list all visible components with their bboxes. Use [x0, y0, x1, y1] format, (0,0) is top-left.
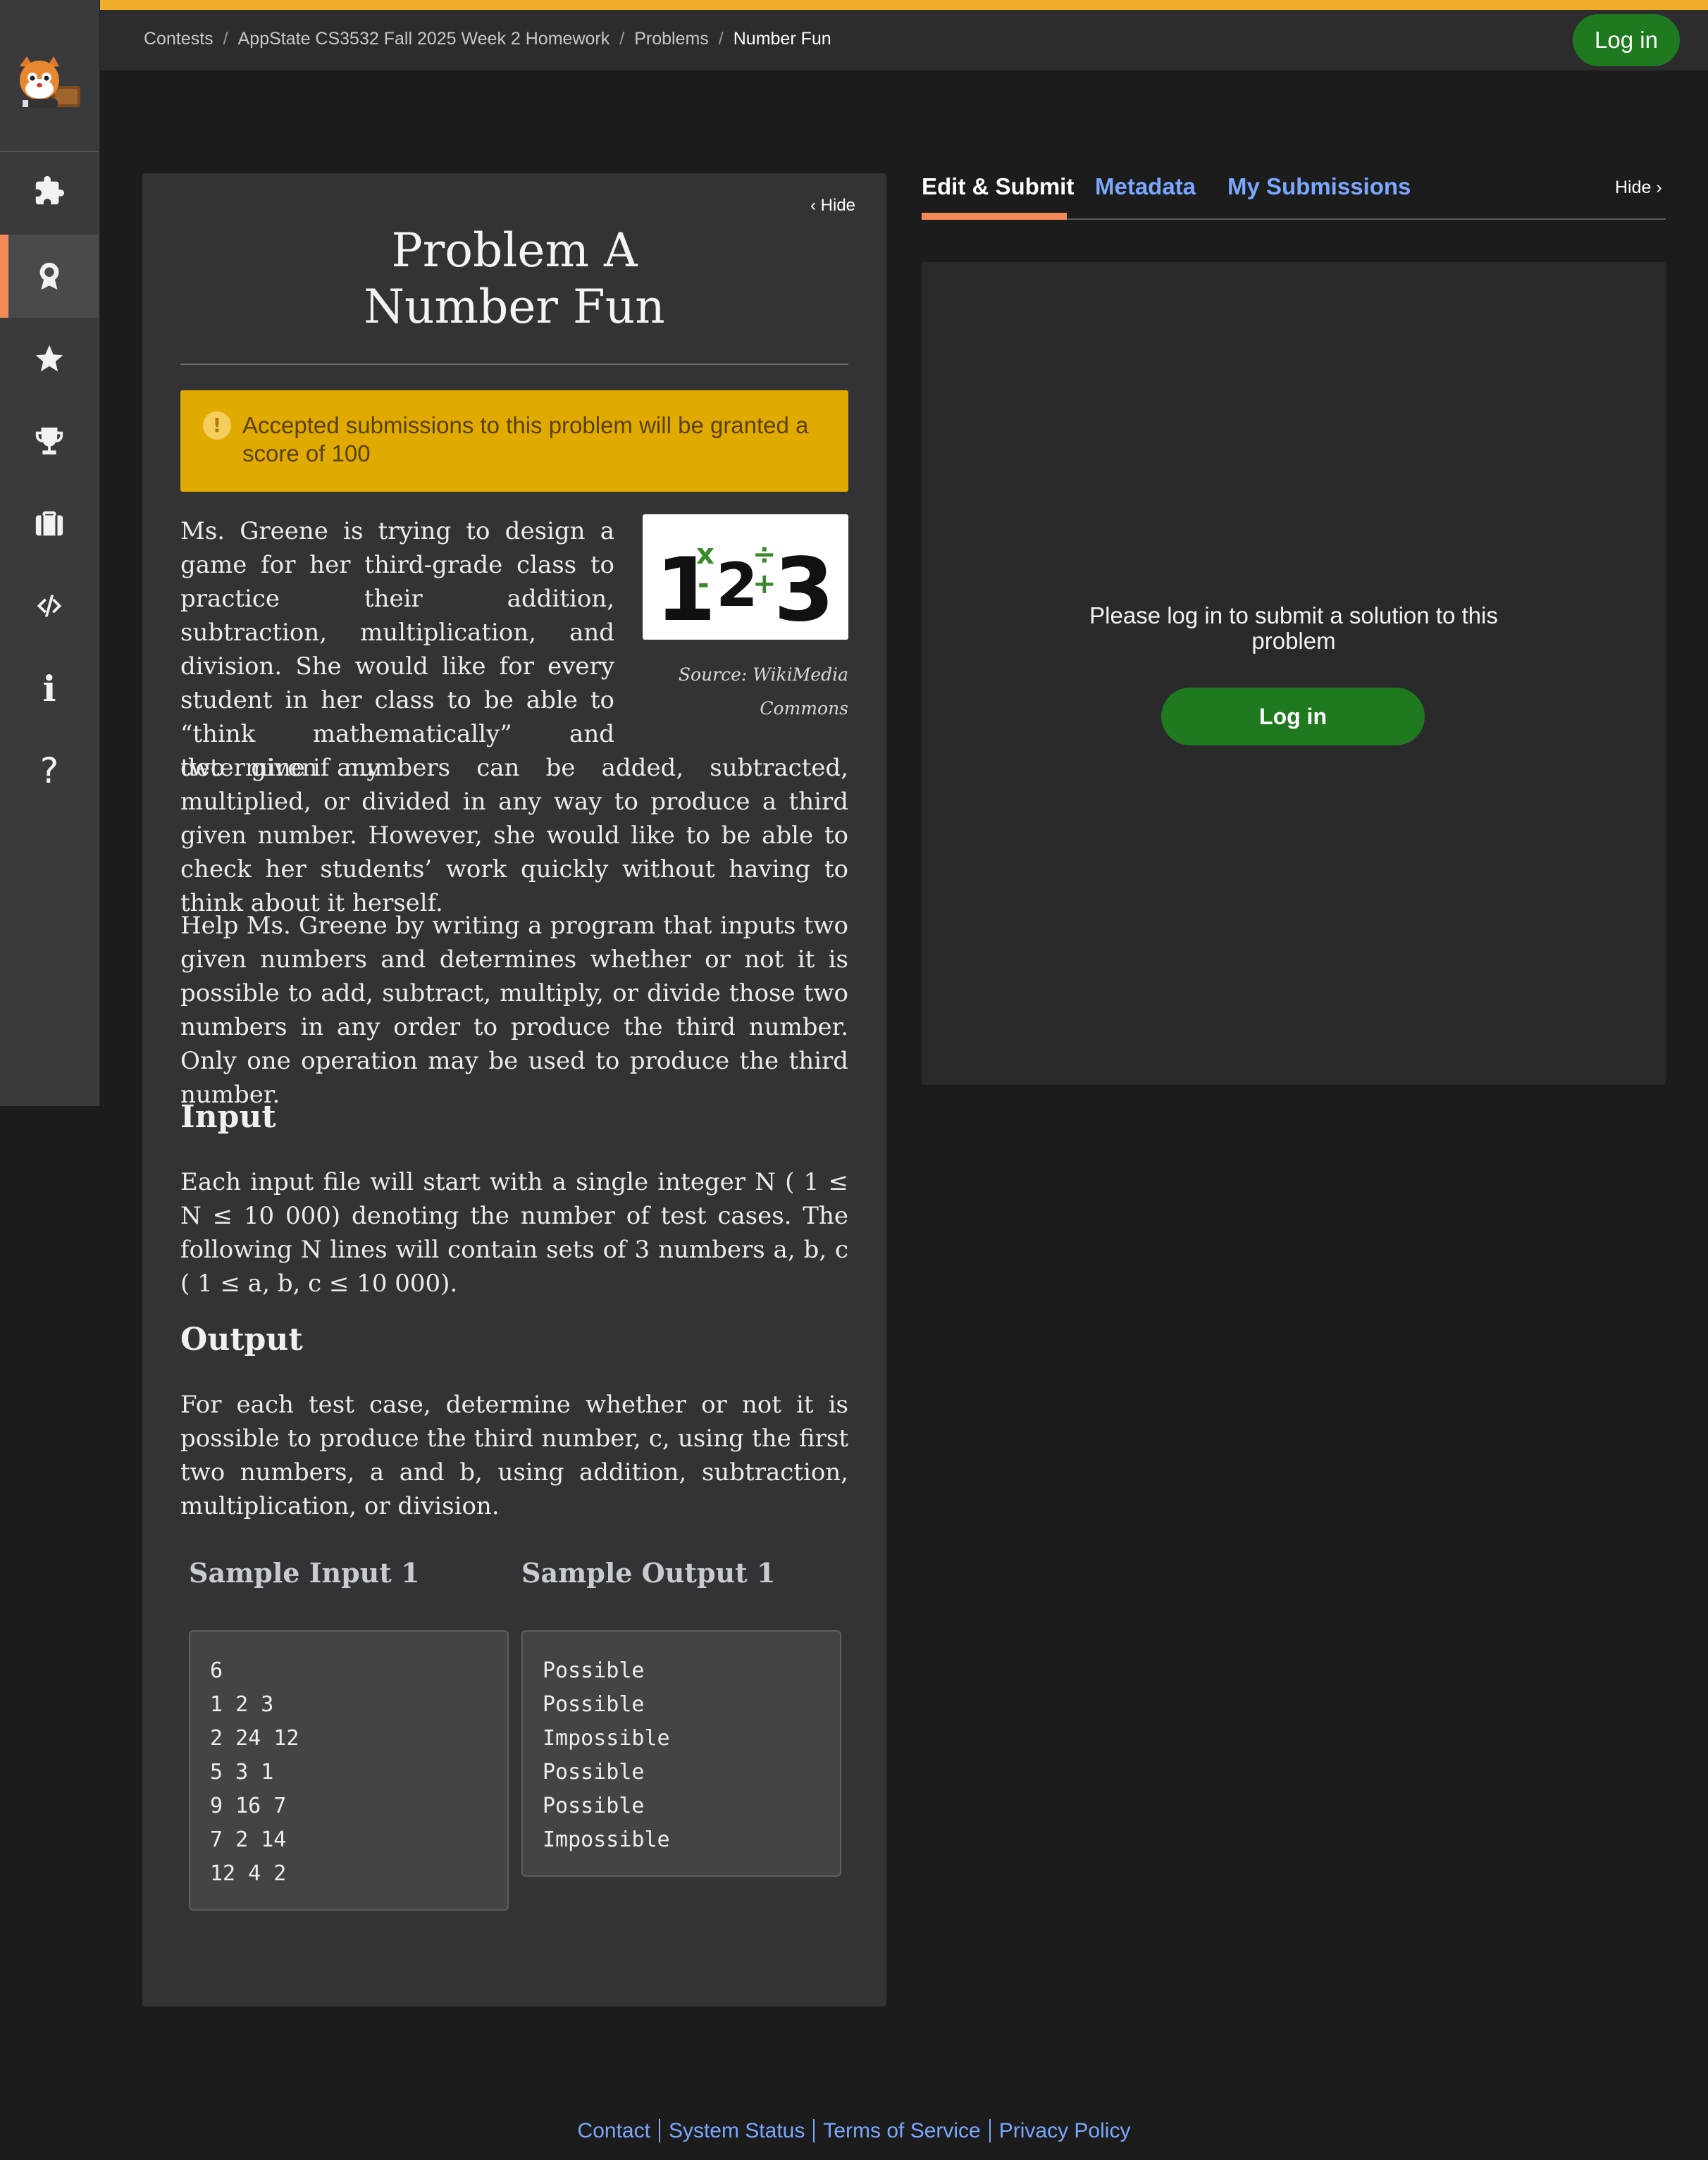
breadcrumb-contests[interactable]: Contests [144, 29, 214, 49]
header-login-button[interactable]: Log in [1573, 14, 1680, 66]
sidebar-item-help[interactable]: ? [0, 729, 99, 812]
trophy-icon [35, 427, 63, 455]
alert-text: Accepted submissions to this problem wil… [242, 412, 809, 466]
breadcrumb-current: Number Fun [733, 29, 831, 49]
hide-label: Hide [820, 196, 856, 215]
figure-minus: - [698, 568, 710, 600]
sample-input-box[interactable]: 6 1 2 3 2 24 12 5 3 1 9 16 7 7 2 14 12 4… [189, 1630, 509, 1911]
output-description: For each test case, determine whether or… [180, 1391, 848, 1520]
submit-login-button[interactable]: Log in [1161, 688, 1425, 745]
footer-links: Contact System Status Terms of Service Priv… [0, 2119, 1708, 2143]
figure-digit-3: 3 [774, 540, 834, 640]
award-icon [39, 262, 59, 290]
puzzle-icon [35, 175, 65, 205]
code-icon [37, 595, 62, 617]
problem-figure: 1 x - 2 ÷ + 3 [643, 514, 848, 641]
problem-paragraph-1a: Ms. Greene is trying to design a game fo… [180, 517, 614, 782]
star-icon [35, 345, 63, 372]
footer-contact-link[interactable]: Contact [569, 2119, 659, 2142]
tab-my-submissions[interactable]: My Submissions [1227, 173, 1411, 200]
footer-terms-link[interactable]: Terms of Service [813, 2119, 989, 2142]
hide-sidebar-button[interactable]: Hide › [1615, 178, 1662, 198]
briefcase-icon [35, 511, 63, 536]
breadcrumb-separator: / [718, 29, 724, 49]
figure-caption: Source: WikiMedia Commons [678, 664, 848, 719]
title-divider [180, 364, 848, 365]
chevron-left-icon: ‹ [810, 196, 821, 215]
login-required-message: Please log in to submit a solution to th… [1089, 602, 1498, 654]
tab-metadata[interactable]: Metadata [1095, 173, 1196, 200]
hide-problem-button[interactable]: ‹ Hide [810, 196, 855, 216]
sidebar-item-contests[interactable] [0, 235, 99, 318]
sidebar-item-favorites[interactable] [0, 317, 99, 400]
breadcrumb-problems[interactable]: Problems [634, 29, 709, 49]
info-icon: i [42, 667, 56, 709]
output-heading: Output [180, 1322, 303, 1358]
sample-input-heading: Sample Input 1 [189, 1557, 420, 1589]
problem-letter: Problem A [391, 223, 638, 278]
sidebar-item-jobs[interactable] [0, 482, 99, 565]
submit-panel [922, 262, 1666, 1085]
input-heading: Input [180, 1099, 276, 1135]
problem-paragraph-1b: two given numbers can be added, subtract… [180, 754, 848, 917]
tab-edit-submit[interactable]: Edit & Submit [922, 173, 1074, 200]
breadcrumb-separator: / [223, 29, 228, 49]
figure-divide: ÷ [753, 538, 776, 571]
input-description: Each input file will start with a single… [180, 1168, 848, 1298]
breadcrumb-separator: / [619, 29, 625, 49]
sample-output-box[interactable]: Possible Possible Impossible Possible Po… [521, 1630, 841, 1877]
problem-paragraph-2: Help Ms. Greene by writing a program tha… [180, 912, 848, 1109]
sidebar: i ? [0, 0, 99, 1106]
help-icon: ? [39, 750, 59, 791]
problem-title: Problem A Number Fun [180, 223, 848, 335]
sidebar-item-problems[interactable] [0, 149, 99, 232]
figure-times: x [696, 538, 714, 571]
math-operations-image: 1 x - 2 ÷ + 3 [655, 538, 834, 641]
problem-name: Number Fun [364, 280, 665, 334]
sample-output-content: Possible Possible Impossible Possible Po… [543, 1658, 670, 1852]
chevron-right-icon: › [1651, 178, 1662, 197]
figure-digit-2: 2 [716, 550, 758, 621]
sample-input-content: 6 1 2 3 2 24 12 5 3 1 9 16 7 7 2 14 12 4… [210, 1658, 299, 1886]
breadcrumb: Contests / AppState CS3532 Fall 2025 Week … [144, 29, 831, 49]
active-tab-indicator [922, 213, 1067, 220]
site-logo[interactable] [13, 55, 86, 113]
footer-privacy-link[interactable]: Privacy Policy [989, 2119, 1139, 2142]
exclamation-icon: ! [203, 411, 231, 440]
cat-logo-icon [20, 56, 80, 108]
hide-right-label: Hide [1615, 178, 1652, 197]
breadcrumb-course[interactable]: AppState CS3532 Fall 2025 Week 2 Homewor… [238, 29, 610, 49]
score-alert: ! Accepted submissions to this problem w… [180, 390, 848, 492]
sidebar-item-info[interactable]: i [0, 647, 99, 730]
sample-output-heading: Sample Output 1 [521, 1557, 776, 1589]
sidebar-item-rankings[interactable] [0, 399, 99, 483]
figure-plus: + [753, 568, 776, 600]
top-accent-stripe [0, 0, 1708, 10]
sidebar-item-languages[interactable] [0, 564, 99, 647]
footer-status-link[interactable]: System Status [658, 2119, 814, 2142]
